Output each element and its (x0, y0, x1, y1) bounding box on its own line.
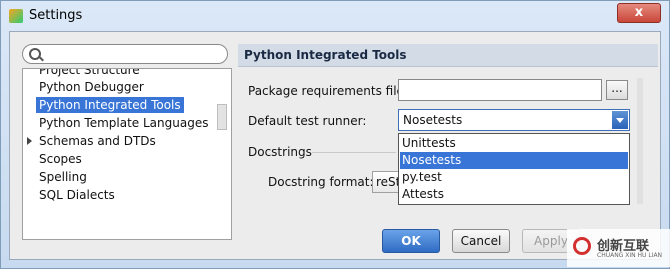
browse-button[interactable]: ... (606, 80, 628, 100)
docstrings-separator (312, 152, 396, 153)
dropdown-option-unittests[interactable]: Unittests (400, 135, 628, 152)
dropdown-option-attests[interactable]: Attests (400, 186, 628, 203)
tree-item-python-integrated-tools[interactable]: Python Integrated Tools (36, 97, 184, 113)
pycharm-app-icon (9, 9, 23, 23)
panel-scrollbar[interactable] (637, 78, 643, 204)
docstrings-section-label: Docstrings (248, 145, 312, 159)
settings-tree: Project Structure Python Debugger Python… (22, 68, 232, 240)
cancel-button[interactable]: Cancel (452, 229, 510, 253)
panel-header: Python Integrated Tools (238, 44, 658, 67)
docstring-format-label: Docstring format: (268, 175, 374, 189)
test-runner-select[interactable]: Nosetests (398, 109, 630, 131)
search-icon (29, 48, 41, 60)
tree-scrollbar-thumb[interactable] (217, 104, 227, 130)
tree-item-project-structure[interactable]: Project Structure (39, 69, 140, 78)
tree-item-python-template-languages[interactable]: Python Template Languages (39, 115, 208, 131)
panel-title: Python Integrated Tools (244, 48, 407, 62)
close-button[interactable]: x (617, 3, 661, 23)
tree-item-schemas-and-dtds[interactable]: Schemas and DTDs (39, 133, 156, 149)
ok-button[interactable]: OK (382, 229, 440, 253)
test-runner-dropdown-list: Unittests Nosetests py.test Attests (398, 133, 630, 205)
watermark-logo-icon (573, 237, 591, 255)
test-runner-selected-value: Nosetests (403, 113, 463, 127)
test-runner-label: Default test runner: (248, 114, 367, 128)
tree-item-scopes[interactable]: Scopes (39, 151, 82, 167)
tree-item-spelling[interactable]: Spelling (39, 169, 87, 185)
chevron-down-icon[interactable] (612, 111, 628, 129)
settings-search-field[interactable] (22, 44, 228, 64)
docstring-format-value: reSt (376, 175, 401, 189)
title-bar: Settings x (1, 1, 669, 31)
watermark-subtext: CHUANG XIN HU LIAN (597, 252, 663, 259)
dialog-body: Project Structure Python Debugger Python… (9, 31, 661, 260)
search-input[interactable] (43, 47, 217, 63)
tree-item-sql-dialects[interactable]: SQL Dialects (39, 187, 115, 203)
watermark: 创新互联 CHUANG XIN HU LIAN (567, 229, 670, 267)
package-requirements-field[interactable] (398, 79, 602, 101)
package-requirements-label: Package requirements file: (248, 84, 408, 98)
dropdown-option-pytest[interactable]: py.test (400, 169, 628, 186)
expand-arrow-icon[interactable] (27, 137, 32, 145)
settings-window: Settings x Project Structure Python Debu… (0, 0, 670, 269)
dropdown-option-nosetests[interactable]: Nosetests (400, 152, 628, 169)
tree-item-python-debugger[interactable]: Python Debugger (39, 79, 144, 95)
window-title: Settings (29, 8, 83, 23)
